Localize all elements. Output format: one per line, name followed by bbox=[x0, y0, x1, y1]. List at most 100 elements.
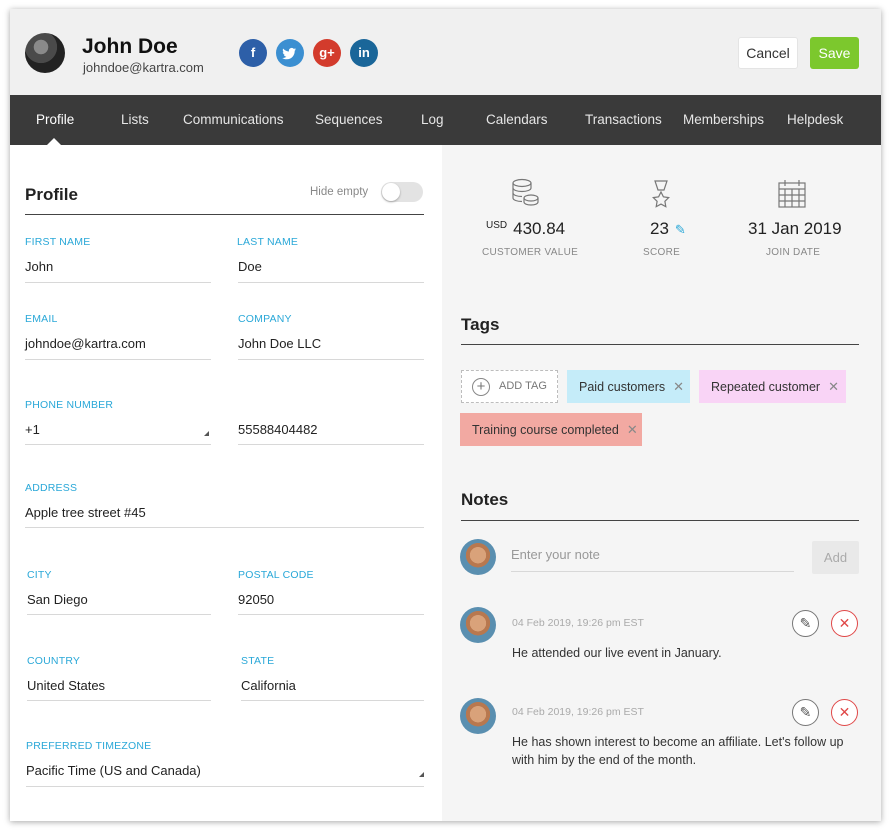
note-line: with him by the end of the month. bbox=[512, 753, 697, 767]
note-input[interactable]: Enter your note bbox=[511, 547, 794, 562]
phone-number-underline bbox=[238, 444, 424, 445]
add-note-button[interactable]: Add bbox=[812, 541, 859, 574]
note-timestamp: 04 Feb 2019, 19:26 pm EST bbox=[512, 617, 644, 629]
last-name-underline bbox=[238, 282, 424, 283]
delete-note-icon[interactable]: ✕ bbox=[831, 610, 858, 637]
facebook-icon[interactable]: f bbox=[239, 39, 267, 67]
tab-communications[interactable]: Communications bbox=[183, 95, 284, 145]
join-date-label: JOIN DATE bbox=[766, 247, 821, 258]
tag-item[interactable]: Paid customers ✕ bbox=[567, 370, 690, 403]
contact-window: John Doe johndoe@kartra.com f g+ in Canc… bbox=[10, 9, 881, 821]
timezone-label: PREFERRED TIMEZONE bbox=[26, 740, 152, 752]
tags-title: Tags bbox=[461, 315, 500, 334]
add-tag-label: ADD TAG bbox=[499, 380, 547, 392]
tab-sequences[interactable]: Sequences bbox=[315, 95, 383, 145]
cancel-button[interactable]: Cancel bbox=[738, 37, 798, 69]
edit-note-icon[interactable]: ✎ bbox=[792, 610, 819, 637]
last-name-field[interactable]: Doe bbox=[238, 259, 262, 274]
phone-number-field[interactable]: 55588404482 bbox=[238, 422, 318, 437]
hide-empty-label: Hide empty bbox=[310, 186, 369, 198]
save-button[interactable]: Save bbox=[810, 37, 859, 69]
email-field[interactable]: johndoe@kartra.com bbox=[25, 336, 146, 351]
tag-label: Paid customers bbox=[579, 380, 666, 394]
first-name-field[interactable]: John bbox=[25, 259, 53, 274]
note-text: He attended our live event in January. bbox=[512, 644, 722, 662]
note-line: He has shown interest to become an affil… bbox=[512, 735, 844, 749]
tab-lists[interactable]: Lists bbox=[121, 95, 149, 145]
address-label: ADDRESS bbox=[25, 482, 78, 494]
note-input-underline bbox=[511, 571, 794, 572]
tag-item[interactable]: Training course completed ✕ bbox=[460, 413, 642, 446]
note-line: He attended our live event in January. bbox=[512, 646, 722, 660]
address-field[interactable]: Apple tree street #45 bbox=[25, 505, 146, 520]
score: 23 ✎ bbox=[650, 219, 686, 239]
note-text: He has shown interest to become an affil… bbox=[512, 733, 844, 769]
profile-title: Profile bbox=[25, 185, 78, 204]
tab-transactions[interactable]: Transactions bbox=[585, 95, 662, 145]
toggle-knob bbox=[382, 183, 400, 201]
edit-note-icon[interactable]: ✎ bbox=[792, 699, 819, 726]
delete-note-icon[interactable]: ✕ bbox=[831, 699, 858, 726]
twitter-icon[interactable] bbox=[276, 39, 304, 67]
profile-panel: Profile Hide empty FIRST NAME John LAST … bbox=[10, 145, 442, 821]
email-underline bbox=[25, 359, 211, 360]
tab-helpdesk[interactable]: Helpdesk bbox=[787, 95, 843, 145]
chevron-down-icon bbox=[419, 772, 424, 777]
profile-divider bbox=[25, 214, 424, 215]
avatar bbox=[460, 607, 496, 643]
city-underline bbox=[27, 614, 211, 615]
phone-label: PHONE NUMBER bbox=[25, 399, 114, 411]
tab-log[interactable]: Log bbox=[421, 95, 444, 145]
medal-icon bbox=[650, 179, 672, 216]
customer-value: USD 430.84 bbox=[486, 219, 565, 239]
remove-tag-icon[interactable]: ✕ bbox=[828, 379, 839, 394]
state-field[interactable]: California bbox=[241, 678, 296, 693]
remove-tag-icon[interactable]: ✕ bbox=[627, 422, 638, 437]
avatar bbox=[25, 33, 65, 73]
contact-email: johndoe@kartra.com bbox=[83, 60, 204, 75]
city-field[interactable]: San Diego bbox=[27, 592, 88, 607]
timezone-underline bbox=[26, 786, 424, 787]
join-date: 31 Jan 2019 bbox=[748, 219, 842, 238]
company-underline bbox=[238, 359, 424, 360]
google-plus-icon[interactable]: g+ bbox=[313, 39, 341, 67]
score-value: 23 bbox=[650, 219, 669, 238]
state-underline bbox=[241, 700, 424, 701]
first-name-label: FIRST NAME bbox=[25, 236, 91, 248]
contact-name: John Doe bbox=[82, 35, 178, 58]
tags-divider bbox=[461, 344, 859, 345]
customer-value-label: CUSTOMER VALUE bbox=[482, 247, 579, 258]
currency-label: USD bbox=[486, 220, 508, 231]
avatar bbox=[460, 539, 496, 575]
tab-calendars[interactable]: Calendars bbox=[486, 95, 548, 145]
hide-empty-toggle[interactable] bbox=[381, 182, 423, 202]
first-name-underline bbox=[25, 282, 211, 283]
plus-icon: + bbox=[472, 378, 490, 396]
phone-code-select[interactable]: +1 bbox=[25, 422, 40, 437]
last-name-label: LAST NAME bbox=[237, 236, 299, 248]
postal-code-field[interactable]: 92050 bbox=[238, 592, 274, 607]
state-label: STATE bbox=[241, 655, 275, 667]
tag-item[interactable]: Repeated customer ✕ bbox=[699, 370, 846, 403]
phone-code-underline bbox=[25, 444, 211, 445]
notes-title: Notes bbox=[461, 490, 509, 509]
postal-code-label: POSTAL CODE bbox=[238, 569, 314, 581]
add-tag-button[interactable]: + ADD TAG bbox=[461, 370, 558, 403]
country-field[interactable]: United States bbox=[27, 678, 105, 693]
notes-divider bbox=[461, 520, 859, 521]
timezone-select[interactable]: Pacific Time (US and Canada) bbox=[26, 763, 201, 778]
email-label: EMAIL bbox=[25, 313, 58, 325]
contact-tabs: Profile Lists Communications Sequences L… bbox=[10, 95, 881, 146]
linkedin-icon[interactable]: in bbox=[350, 39, 378, 67]
score-label: SCORE bbox=[643, 247, 681, 258]
chevron-down-icon bbox=[204, 431, 209, 436]
customer-value-amount: 430.84 bbox=[513, 219, 566, 238]
city-label: CITY bbox=[27, 569, 52, 581]
country-label: COUNTRY bbox=[27, 655, 81, 667]
edit-score-icon[interactable]: ✎ bbox=[675, 222, 686, 237]
address-underline bbox=[25, 527, 424, 528]
remove-tag-icon[interactable]: ✕ bbox=[673, 379, 684, 394]
company-field[interactable]: John Doe LLC bbox=[238, 336, 321, 351]
company-label: COMPANY bbox=[238, 313, 292, 325]
tab-memberships[interactable]: Memberships bbox=[683, 95, 764, 145]
